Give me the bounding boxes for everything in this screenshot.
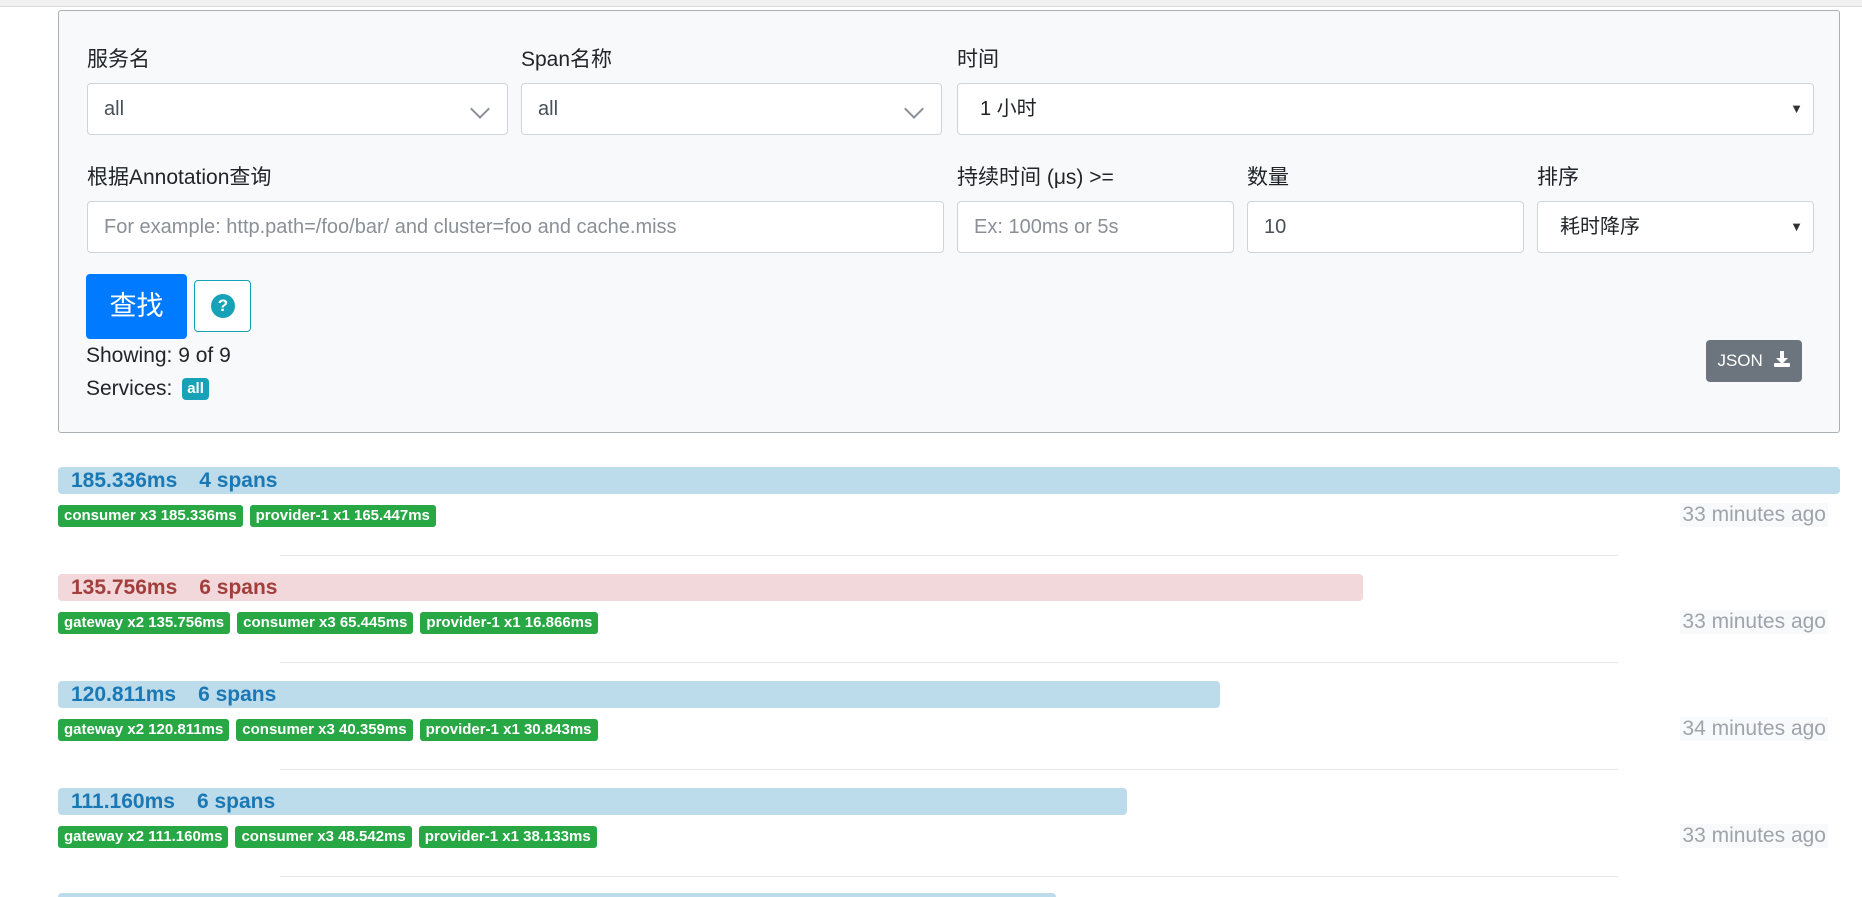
chevron-down-icon bbox=[904, 99, 924, 119]
services-filter: Services: all bbox=[86, 377, 209, 401]
trace-duration: 135.756ms bbox=[71, 576, 178, 599]
trace-row[interactable]: 120.811ms 6 spans gateway x2 120.811ms cons… bbox=[58, 681, 1840, 761]
services-badge-all[interactable]: all bbox=[182, 378, 209, 400]
service-name-value: all bbox=[104, 98, 125, 120]
trace-span-count: 6 spans bbox=[198, 683, 277, 706]
span-name-value: all bbox=[538, 98, 559, 120]
trace-services: gateway x2 120.811ms consumer x3 40.359ms… bbox=[58, 719, 605, 741]
trace-duration: 185.336ms bbox=[71, 469, 178, 492]
service-duration-badge: consumer x3 48.542ms bbox=[235, 826, 412, 848]
trace-span-count: 6 spans bbox=[199, 576, 278, 599]
span-name-label: Span名称 bbox=[521, 48, 613, 71]
trace-span-count: 6 spans bbox=[196, 790, 276, 813]
trace-duration-bar[interactable]: 111.160ms 6 spans bbox=[58, 788, 1127, 815]
time-label: 时间 bbox=[957, 48, 999, 71]
sort-select[interactable]: 耗时降序 ▼ bbox=[1537, 201, 1814, 253]
trace-timestamp: 34 minutes ago bbox=[1680, 717, 1828, 741]
service-duration-badge: gateway x2 111.160ms bbox=[58, 826, 229, 848]
service-name-select[interactable]: all bbox=[87, 83, 508, 135]
trace-services: consumer x3 185.336ms provider-1 x1 165.4… bbox=[58, 505, 443, 527]
trace-duration: 111.160ms bbox=[71, 790, 175, 813]
service-duration-badge: provider-1 x1 38.133ms bbox=[418, 826, 597, 848]
trace-services: gateway x2 111.160ms consumer x3 48.542ms… bbox=[58, 826, 604, 848]
service-duration-badge: consumer x3 65.445ms bbox=[237, 612, 414, 634]
trace-row[interactable]: 185.336ms 4 spans consumer x3 185.336ms pro… bbox=[58, 467, 1840, 547]
trace-row[interactable]: 111.160ms 6 spans gateway x2 111.160ms cons… bbox=[58, 788, 1840, 868]
limit-label: 数量 bbox=[1247, 166, 1289, 189]
trace-divider bbox=[280, 769, 1618, 770]
trace-timestamp: 33 minutes ago bbox=[1680, 503, 1828, 527]
service-duration-badge: consumer x3 185.336ms bbox=[58, 505, 243, 527]
trace-divider bbox=[280, 662, 1618, 663]
duration-label: 持续时间 (μs) >= bbox=[957, 166, 1114, 189]
span-name-select[interactable]: all bbox=[521, 83, 942, 135]
trace-duration-bar[interactable]: 135.756ms 6 spans bbox=[58, 574, 1363, 601]
json-button-label: JSON bbox=[1717, 351, 1763, 370]
service-duration-badge: gateway x2 120.811ms bbox=[58, 719, 230, 741]
question-circle-icon: ? bbox=[211, 294, 235, 318]
sort-value: 耗时降序 bbox=[1560, 216, 1640, 238]
trace-timestamp: 33 minutes ago bbox=[1680, 824, 1828, 848]
caret-down-icon: ▼ bbox=[1790, 219, 1803, 234]
trace-row[interactable]: 135.756ms 6 spans gateway x2 135.756ms cons… bbox=[58, 574, 1840, 654]
trace-span-count: 4 spans bbox=[199, 469, 278, 492]
annotation-query-input[interactable]: For example: http.path=/foo/bar/ and clu… bbox=[87, 201, 944, 253]
trace-services: gateway x2 135.756ms consumer x3 65.445ms… bbox=[58, 612, 605, 634]
trace-divider bbox=[280, 876, 1618, 877]
json-download-button[interactable]: JSON bbox=[1706, 340, 1802, 382]
trace-duration-bar[interactable] bbox=[58, 893, 1056, 897]
service-duration-badge: gateway x2 135.756ms bbox=[58, 612, 231, 634]
download-icon bbox=[1773, 351, 1790, 367]
trace-divider bbox=[280, 555, 1618, 556]
chevron-down-icon bbox=[470, 99, 490, 119]
showing-count: Showing: 9 of 9 bbox=[86, 344, 231, 367]
limit-input[interactable]: 10 bbox=[1247, 201, 1524, 253]
service-duration-badge: provider-1 x1 165.447ms bbox=[249, 505, 436, 527]
time-value: 1 小时 bbox=[980, 98, 1037, 120]
search-panel: 服务名 Span名称 时间 all all 1 小时 ▼ 根据Annotatio… bbox=[58, 10, 1840, 433]
service-duration-badge: provider-1 x1 16.866ms bbox=[420, 612, 599, 634]
help-button[interactable]: ? bbox=[194, 280, 251, 332]
trace-timestamp: 33 minutes ago bbox=[1680, 610, 1828, 634]
service-duration-badge: provider-1 x1 30.843ms bbox=[419, 719, 598, 741]
trace-duration-bar[interactable]: 185.336ms 4 spans bbox=[58, 467, 1840, 494]
find-button[interactable]: 查找 bbox=[86, 274, 187, 339]
caret-down-icon: ▼ bbox=[1790, 101, 1803, 116]
service-duration-badge: consumer x3 40.359ms bbox=[236, 719, 413, 741]
annotation-query-label: 根据Annotation查询 bbox=[87, 166, 272, 189]
service-name-label: 服务名 bbox=[87, 48, 150, 71]
time-select[interactable]: 1 小时 ▼ bbox=[957, 83, 1814, 135]
services-label: Services: bbox=[86, 377, 173, 400]
browser-top-edge bbox=[0, 0, 1862, 7]
sort-label: 排序 bbox=[1537, 166, 1579, 189]
duration-input[interactable]: Ex: 100ms or 5s bbox=[957, 201, 1234, 253]
trace-duration-bar[interactable]: 120.811ms 6 spans bbox=[58, 681, 1220, 708]
trace-duration: 120.811ms bbox=[71, 683, 177, 706]
